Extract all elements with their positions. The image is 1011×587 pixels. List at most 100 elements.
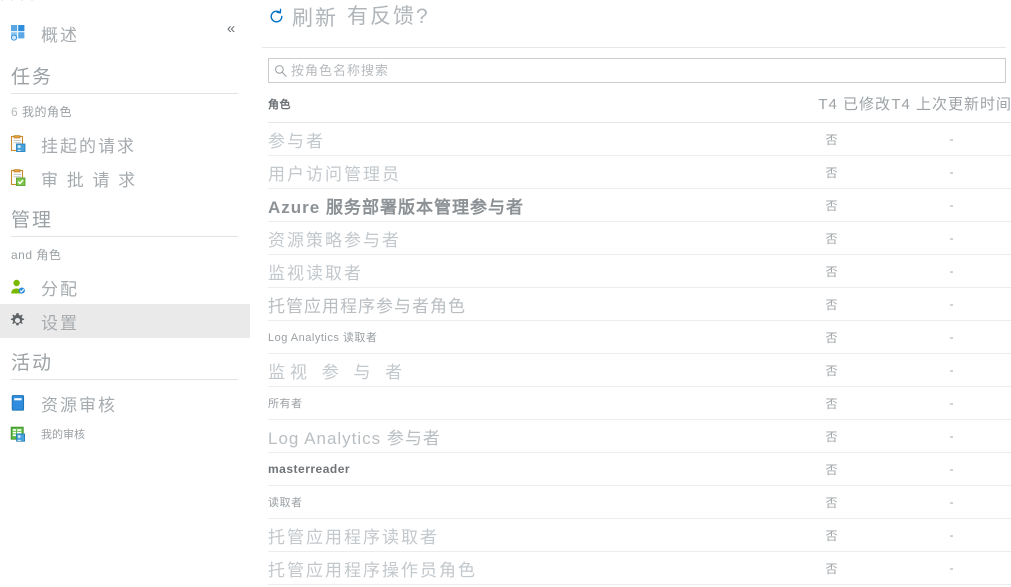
chevron-double-left-icon[interactable]: « (222, 20, 240, 38)
role-name-cell[interactable]: 监视读取者 (268, 254, 773, 288)
table-row[interactable]: 读取者否 - (268, 485, 1011, 519)
table-row[interactable]: 监视读取者否 - (268, 254, 1011, 288)
role-modified-cell: 否 (772, 485, 892, 519)
role-updated-cell: - (891, 155, 1011, 189)
role-name-cell[interactable]: 所有者 (268, 386, 773, 420)
column-header-role[interactable]: 角色 (268, 89, 773, 123)
sidebar-item-label: 审 批 请 求 (41, 170, 138, 190)
role-name-cell[interactable]: 托管应用程序参与者角色 (268, 287, 773, 321)
role-updated-cell: - (891, 485, 1011, 519)
sidebar-item-label: 分配 (41, 279, 79, 299)
role-updated-cell: - (891, 353, 1011, 387)
search-icon (269, 64, 291, 77)
roles-table-header: 角色 T4 已修改 T4 上次更新时间 (268, 89, 1011, 123)
role-updated-cell: - (891, 419, 1011, 453)
role-updated-cell: - (891, 320, 1011, 354)
sidebar-subsection-0: 6 我的角色 (0, 94, 250, 127)
role-modified-cell: 否 (772, 188, 892, 222)
role-modified-cell: 否 (772, 287, 892, 321)
column-header-modified[interactable]: T4 已修改 (772, 89, 892, 123)
role-modified-cell: 否 (772, 320, 892, 354)
sidebar-item-assignments[interactable]: 分配 (0, 270, 250, 304)
sidebar-item-label: 挂起的请求 (41, 136, 136, 156)
role-name-cell[interactable]: 托管应用程序读取者 (268, 518, 773, 552)
role-modified-cell: 否 (772, 419, 892, 453)
role-modified-cell: 否 (772, 518, 892, 552)
feedback-button[interactable]: 有反馈? (347, 0, 430, 30)
role-name-cell[interactable]: 托管应用程序操作员角色 (268, 551, 773, 585)
column-header-updated[interactable]: T4 上次更新时间 (891, 89, 1011, 123)
table-row[interactable]: 托管应用程序参与者角色否 - (268, 287, 1011, 321)
role-name-cell[interactable]: 读取者 (268, 485, 773, 519)
table-row[interactable]: 托管应用程序读取者否 - (268, 518, 1011, 552)
role-name-cell[interactable]: Log Analytics 读取者 (268, 320, 773, 354)
sidebar: · · · · « 概述 任务 6 我的角色 (0, 0, 250, 587)
sidebar-item-my-reviews[interactable]: 我的审核 (0, 420, 250, 448)
role-name-cell[interactable]: 参与者 (268, 122, 773, 156)
role-modified-cell: 否 (772, 353, 892, 387)
role-name-cell[interactable]: Azure 服务部署版本管理参与者 (268, 188, 773, 222)
sidebar-subsection-count-0: 6 (11, 105, 19, 119)
role-modified-cell: 否 (772, 221, 892, 255)
main-panel: 刷新 有反馈? 角色 T4 已修改 T4 上次更新时间 (250, 0, 1011, 587)
table-row[interactable]: 用户访问管理员否 - (268, 155, 1011, 189)
sidebar-item-label: 资源审核 (41, 395, 117, 415)
clipboard-approve-icon (9, 169, 31, 187)
sidebar-section-header-0: 任务 (11, 56, 238, 94)
role-modified-cell: 否 (772, 551, 892, 585)
table-row[interactable]: 资源策略参与者否 - (268, 221, 1011, 255)
sidebar-item-label: 概述 (41, 25, 79, 45)
role-updated-cell: - (891, 188, 1011, 222)
sidebar-item-label: 设置 (41, 313, 79, 333)
role-updated-cell: - (891, 551, 1011, 585)
user-assign-icon (9, 278, 31, 296)
search-box[interactable] (268, 58, 1006, 83)
role-name-cell[interactable]: 用户访问管理员 (268, 155, 773, 189)
book-resource-icon (9, 394, 31, 412)
app-root: · · · · « 概述 任务 6 我的角色 (0, 0, 1011, 587)
clipped-header-label: · · · · (0, 0, 35, 7)
role-name-cell[interactable]: 监视 参 与 者 (268, 353, 773, 387)
role-name-cell[interactable]: Log Analytics 参与者 (268, 419, 773, 453)
refresh-icon (268, 8, 285, 30)
sidebar-section-header-2: 活动 (11, 342, 238, 380)
role-name-cell[interactable]: masterreader (268, 452, 773, 486)
table-row[interactable]: Log Analytics 参与者否 - (268, 419, 1011, 453)
sidebar-item-approve-requests[interactable]: 审 批 请 求 (0, 161, 250, 195)
clipped-header-text: · · · · (0, 0, 250, 14)
sidebar-item-resource-review[interactable]: 资源审核 (0, 386, 250, 420)
command-bar: 刷新 有反馈? (262, 0, 1006, 48)
table-row[interactable]: masterreader 否 - (268, 452, 1011, 486)
sidebar-item-settings[interactable]: 设置 (0, 304, 250, 338)
sidebar-item-label: 我的审核 (41, 429, 85, 441)
table-row[interactable]: 参与者否 - (268, 122, 1011, 156)
table-row[interactable]: Log Analytics 读取者否 - (268, 320, 1011, 354)
grid-dashboard-icon (9, 24, 31, 42)
sidebar-subsection-label-1: and 角色 (11, 248, 62, 262)
sidebar-item-pending-requests[interactable]: 挂起的请求 (0, 127, 250, 161)
role-modified-cell: 否 (772, 386, 892, 420)
role-modified-cell: 否 (772, 122, 892, 156)
role-modified-cell: 否 (772, 155, 892, 189)
role-updated-cell: - (891, 287, 1011, 321)
clipboard-pending-icon (9, 135, 31, 153)
role-modified-cell: 否 (772, 254, 892, 288)
sidebar-subsection-label-0: 我的角色 (22, 105, 73, 119)
role-updated-cell: - (891, 452, 1011, 486)
refresh-button[interactable]: 刷新 (268, 2, 338, 32)
role-updated-cell: - (891, 518, 1011, 552)
sidebar-subsection-1: and 角色 (0, 237, 250, 270)
table-row[interactable]: 托管应用程序操作员角色否 - (268, 551, 1011, 585)
role-updated-cell: - (891, 254, 1011, 288)
role-modified-cell: 否 (772, 452, 892, 486)
role-updated-cell: - (891, 221, 1011, 255)
sidebar-item-overview[interactable]: 概述 (0, 14, 250, 52)
spreadsheet-review-icon (9, 425, 31, 443)
search-input[interactable] (291, 63, 1005, 78)
table-row[interactable]: 所有者否 - (268, 386, 1011, 420)
roles-table: 角色 T4 已修改 T4 上次更新时间 参与者否 - 用户访问管理员否 - Azure … (268, 89, 1011, 585)
table-row[interactable]: 监视 参 与 者否- (268, 353, 1011, 387)
sidebar-section-header-1: 管理 (11, 199, 238, 237)
table-row[interactable]: Azure 服务部署版本管理参与者否 - (268, 188, 1011, 222)
role-name-cell[interactable]: 资源策略参与者 (268, 221, 773, 255)
